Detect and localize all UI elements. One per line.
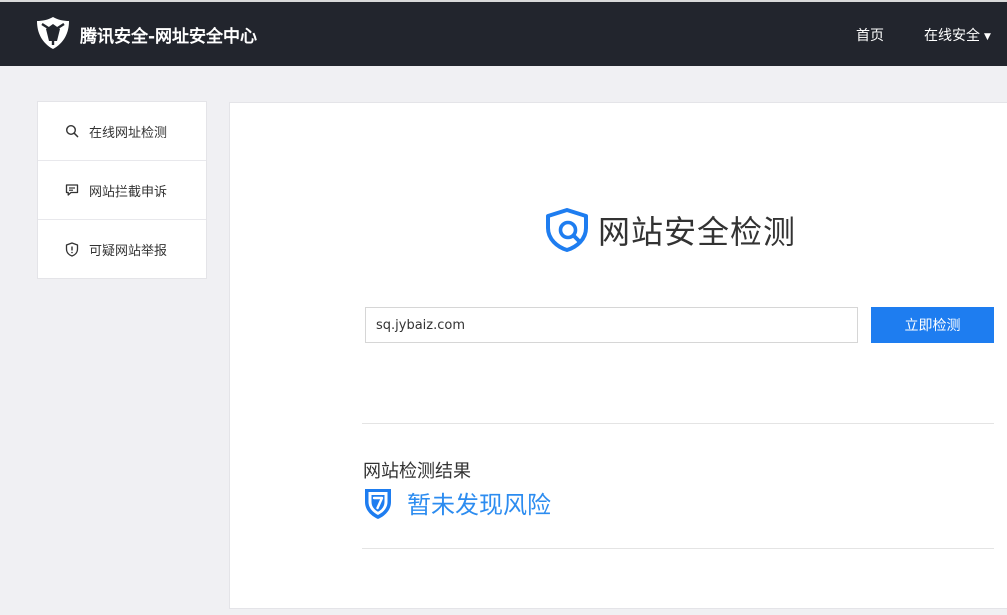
sidebar-menu: 在线网址检测 网站拦截申诉 可疑网站举报 xyxy=(37,101,207,279)
shield-check-icon xyxy=(365,488,391,519)
nav-home-link[interactable]: 首页 xyxy=(856,25,884,45)
nav-online-security-label: 在线安全 xyxy=(924,28,980,44)
shield-search-icon xyxy=(546,208,588,252)
result-status-row: 暂未发现风险 xyxy=(363,485,551,520)
result-heading: 网站检测结果 xyxy=(363,461,471,482)
shield-alert-icon xyxy=(64,242,80,258)
sidebar-item-url-check[interactable]: 在线网址检测 xyxy=(38,102,206,161)
main-content-panel: 网站安全检测 立即检测 网站检测结果 暂未发现风险 xyxy=(229,102,1007,609)
site-brand-title[interactable]: 腾讯安全-网址安全中心 xyxy=(80,22,257,47)
sidebar-item-block-appeal[interactable]: 网站拦截申诉 xyxy=(38,161,206,220)
chat-bubble-icon xyxy=(64,182,80,198)
url-input[interactable] xyxy=(365,307,858,343)
top-header: 腾讯安全-网址安全中心 首页 在线安全 ▼ xyxy=(0,0,1007,66)
check-now-button[interactable]: 立即检测 xyxy=(871,307,994,343)
tencent-shield-logo-icon[interactable] xyxy=(36,16,70,50)
chevron-down-icon: ▼ xyxy=(984,32,991,42)
sidebar-item-label: 可疑网站举报 xyxy=(89,244,168,259)
search-icon xyxy=(64,123,80,139)
sidebar-item-suspicious-report[interactable]: 可疑网站举报 xyxy=(38,220,206,279)
nav-online-security-dropdown[interactable]: 在线安全 ▼ xyxy=(924,25,991,45)
divider xyxy=(362,548,994,549)
page-title: 网站安全检测 xyxy=(598,213,797,251)
page-title-block: 网站安全检测 xyxy=(544,207,796,253)
divider xyxy=(362,423,994,424)
sidebar-item-label: 网站拦截申诉 xyxy=(89,184,168,200)
sidebar-item-label: 在线网址检测 xyxy=(89,125,168,141)
result-status-text: 暂未发现风险 xyxy=(407,491,551,519)
